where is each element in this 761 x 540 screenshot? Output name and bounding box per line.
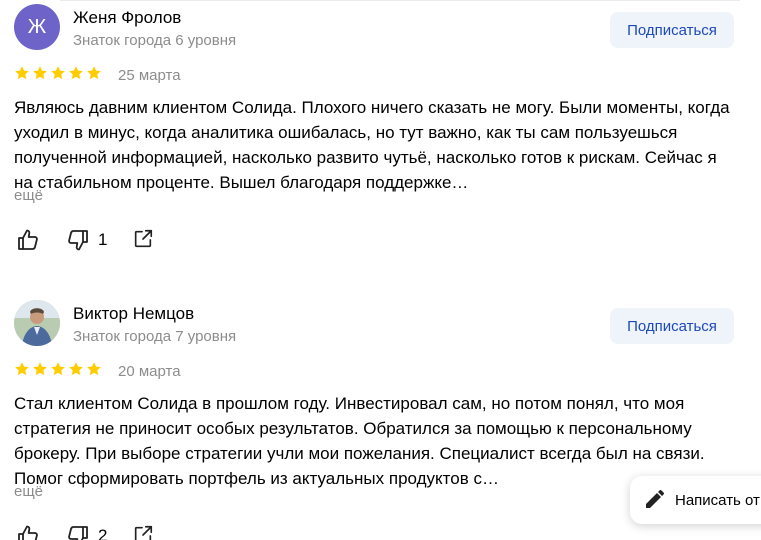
avatar-letter: Ж	[27, 15, 47, 38]
star-icon	[51, 362, 65, 376]
dislike-count: 2	[98, 526, 108, 540]
author-level: Знаток города 6 уровня	[73, 32, 237, 49]
reviews-page: Ж Женя Фролов Знаток города 6 уровня Под…	[0, 0, 761, 540]
rating-stars	[14, 65, 102, 81]
star-icon	[15, 66, 29, 80]
star-icon	[33, 66, 47, 80]
dislike-button[interactable]: 2	[66, 524, 107, 540]
share-icon	[134, 525, 153, 540]
review-text: Стал клиентом Солида в прошлом году. Инв…	[14, 394, 705, 488]
share-button[interactable]	[132, 228, 154, 250]
subscribe-button[interactable]: Подписаться	[610, 12, 734, 48]
author-name[interactable]: Виктор Немцов	[73, 304, 194, 324]
share-icon	[134, 229, 153, 248]
author-name[interactable]: Женя Фролов	[73, 8, 181, 28]
star-icon	[15, 362, 29, 376]
author-level: Знаток города 7 уровня	[73, 328, 237, 345]
share-button[interactable]	[132, 524, 154, 540]
write-review-label: Написать от	[675, 491, 760, 509]
star-icon	[69, 362, 83, 376]
write-review-button[interactable]: Написать от	[630, 476, 761, 524]
rating-stars	[14, 361, 102, 377]
review-text: Являюсь давним клиентом Солида. Плохого …	[14, 98, 730, 192]
thumb-down-icon	[68, 526, 88, 540]
expand-link[interactable]: ещё	[14, 483, 43, 500]
avatar[interactable]	[14, 300, 60, 346]
review-date: 20 марта	[118, 363, 181, 380]
star-icon	[69, 66, 83, 80]
pen-icon	[646, 490, 664, 508]
dislike-count: 1	[98, 230, 108, 249]
like-button[interactable]	[16, 228, 40, 252]
star-icon	[51, 66, 65, 80]
review-date: 25 марта	[118, 67, 181, 84]
thumb-down-icon	[68, 230, 88, 251]
star-icon	[33, 362, 47, 376]
star-icon	[87, 362, 101, 376]
divider	[60, 0, 740, 1]
avatar[interactable]: Ж	[14, 4, 60, 50]
dislike-button[interactable]: 1	[66, 228, 107, 252]
star-icon	[87, 66, 101, 80]
like-button[interactable]	[16, 524, 40, 540]
subscribe-button[interactable]: Подписаться	[610, 308, 734, 344]
thumb-up-icon	[18, 525, 38, 540]
thumb-up-icon	[18, 229, 38, 250]
expand-link[interactable]: ещё	[14, 187, 43, 204]
avatar-photo	[14, 300, 60, 346]
